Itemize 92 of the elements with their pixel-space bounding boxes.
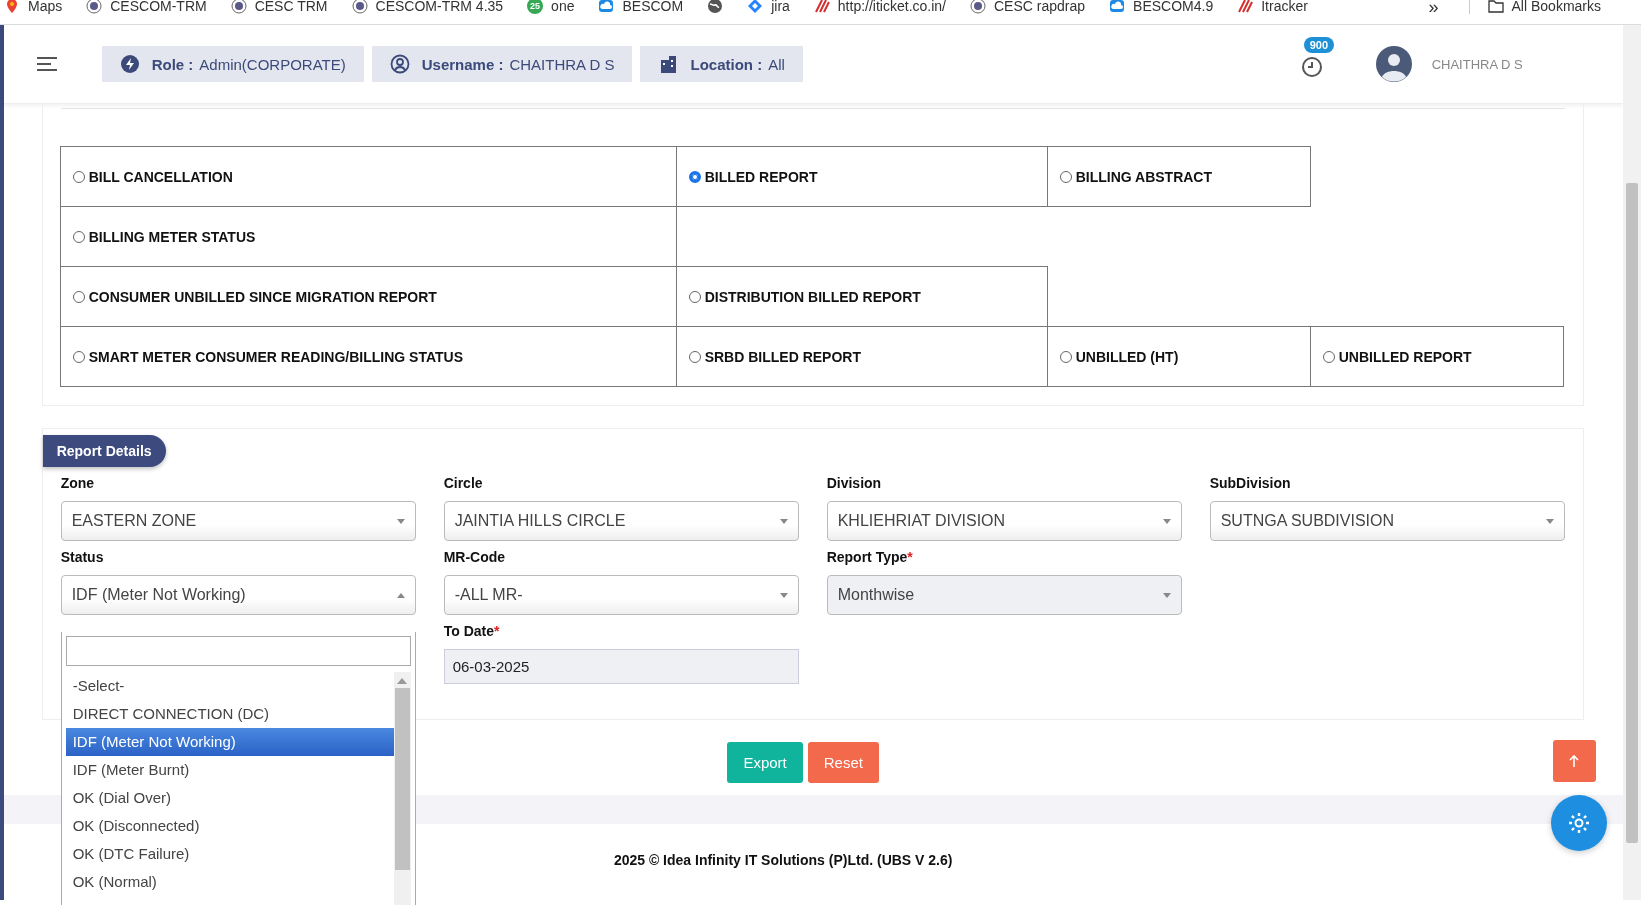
chip-label: Username : xyxy=(421,55,504,73)
bookmark-label: http://iticket.co.in/ xyxy=(837,0,946,14)
arrow-up-icon xyxy=(1568,754,1581,768)
bookmark-label: jira xyxy=(771,0,790,14)
report-type-option[interactable]: UNBILLED (HT) xyxy=(1059,348,1179,365)
chip-value: All xyxy=(768,55,785,73)
scrollbar[interactable] xyxy=(393,672,411,905)
bookmark-label: CESC TRM xyxy=(254,0,328,14)
dropdown-option[interactable]: IDF (Meter Not Working) xyxy=(65,728,394,756)
caret-icon xyxy=(1162,592,1171,598)
user-icon xyxy=(389,54,410,74)
select-field[interactable]: IDF (Meter Not Working) xyxy=(60,575,416,615)
building-icon xyxy=(658,54,679,74)
footer-text: 2025 © Idea Infinity IT Solutions (P)Ltd. (UBS V 2.6) xyxy=(613,852,953,870)
chip-value: CHAITHRA D S xyxy=(509,55,615,73)
bookmark[interactable]: Itracker xyxy=(1237,0,1308,14)
chip-label: Location : xyxy=(690,55,763,73)
chip-value: Admin(CORPORATE) xyxy=(199,55,346,73)
report-type-option[interactable]: BILLING METER STATUS xyxy=(72,228,256,245)
report-type-option[interactable]: SMART METER CONSUMER READING/BILLING STATUS xyxy=(72,348,464,365)
field-label: Status xyxy=(60,549,105,565)
dropdown-option[interactable]: OK (Dial Over) xyxy=(65,784,394,812)
bookmark[interactable]: CESC TRM xyxy=(230,0,328,14)
radio-button[interactable] xyxy=(688,170,701,183)
field-label: Division xyxy=(826,475,883,491)
more-bookmarks-button[interactable]: » xyxy=(1428,0,1439,16)
bookmark[interactable]: 25 one xyxy=(527,0,575,14)
field-label: To Date* xyxy=(443,623,501,639)
bookmark[interactable]: BESCOM xyxy=(598,0,684,14)
dropdown-option[interactable]: OK (DTC Failure) xyxy=(65,840,394,868)
scroll-top-button[interactable] xyxy=(1552,740,1596,782)
select-field[interactable]: -ALL MR- xyxy=(443,575,799,615)
report-type-option[interactable]: UNBILLED REPORT xyxy=(1322,348,1472,365)
bookmark-label: CESCOM-TRM 4.35 xyxy=(375,0,504,14)
bookmark[interactable]: CESC rapdrap xyxy=(970,0,1086,14)
caret-icon xyxy=(396,592,405,598)
report-type-option[interactable]: BILLING ABSTRACT xyxy=(1059,168,1213,185)
bookmark[interactable]: BESCOM4.9 xyxy=(1109,0,1214,14)
notification-badge: 900 xyxy=(1303,37,1334,53)
menu-icon[interactable] xyxy=(35,56,58,72)
caret-icon xyxy=(1162,518,1171,524)
report-type-option[interactable]: BILLED REPORT xyxy=(688,168,818,185)
chip-label: Role : xyxy=(151,55,194,73)
bookmark[interactable]: http://iticket.co.in/ xyxy=(813,0,946,14)
caret-icon xyxy=(396,518,405,524)
bookmark-label: BESCOM xyxy=(622,0,684,14)
select-field[interactable]: EASTERN ZONE xyxy=(60,501,416,541)
dropdown-option[interactable]: IDF (Meter Burnt) xyxy=(65,756,394,784)
bookmark[interactable]: CESCOM-TRM xyxy=(86,0,207,14)
bookmark-label: CESCOM-TRM xyxy=(110,0,207,14)
bookmark-label: Maps xyxy=(28,0,63,14)
bookmark-label: All Bookmarks xyxy=(1511,0,1601,14)
select-field[interactable]: KHLIEHRIAT DIVISION xyxy=(826,501,1182,541)
caret-icon xyxy=(1545,518,1554,524)
select-field[interactable]: SUTNGA SUBDIVISION xyxy=(1209,501,1565,541)
bookmark[interactable]: Maps xyxy=(4,0,63,14)
map-pin-icon xyxy=(4,0,20,14)
bookmark[interactable] xyxy=(707,0,724,14)
dropdown-option[interactable]: OK (Normal) xyxy=(65,868,394,896)
dropdown-option[interactable]: -Select- xyxy=(65,672,394,700)
bookmark-label: BESCOM4.9 xyxy=(1133,0,1214,14)
bolt-icon xyxy=(119,54,140,74)
all-bookmarks-button[interactable]: All Bookmarks xyxy=(1468,0,1641,14)
bookmark[interactable]: CESCOM-TRM 4.35 xyxy=(351,0,504,14)
field-label: MR-Code xyxy=(443,549,507,565)
bookmark-label: one xyxy=(551,0,575,14)
folder-icon xyxy=(1487,0,1504,14)
bookmark[interactable]: jira xyxy=(747,0,790,14)
field-label: Circle xyxy=(443,475,484,491)
avatar[interactable] xyxy=(1375,46,1412,82)
settings-icon xyxy=(1566,811,1591,835)
dropdown-option[interactable]: OK (Disconnected) xyxy=(65,812,394,840)
bookmark-label: Itracker xyxy=(1261,0,1308,14)
field-label: Zone xyxy=(60,475,96,491)
stripes-icon xyxy=(1237,0,1254,14)
field-label: SubDivision xyxy=(1209,475,1292,491)
bookmark-label: CESC rapdrap xyxy=(994,0,1086,14)
search-field[interactable] xyxy=(65,636,411,666)
caret-icon xyxy=(779,592,788,598)
clock-icon[interactable] xyxy=(1299,55,1324,79)
report-type-option[interactable]: SRBD BILLED REPORT xyxy=(688,348,861,365)
bookmark-badge: 25 xyxy=(527,0,544,14)
report-type-option[interactable]: DISTRIBUTION BILLED REPORT xyxy=(688,288,921,305)
stripes-icon xyxy=(813,0,830,14)
dropdown-option[interactable]: DIRECT CONNECTION (DC) xyxy=(65,700,394,728)
report-type-option[interactable]: CONSUMER UNBILLED SINCE MIGRATION REPORT xyxy=(72,288,437,305)
select-field[interactable]: JAINTIA HILLS CIRCLE xyxy=(443,501,799,541)
date-field[interactable]: 06-03-2025 xyxy=(443,649,799,684)
user-name: CHAITHRA D S xyxy=(1431,56,1523,72)
caret-icon xyxy=(779,518,788,524)
report-type-option[interactable]: BILL CANCELLATION xyxy=(72,168,233,185)
field-label: Report Type* xyxy=(826,549,914,565)
